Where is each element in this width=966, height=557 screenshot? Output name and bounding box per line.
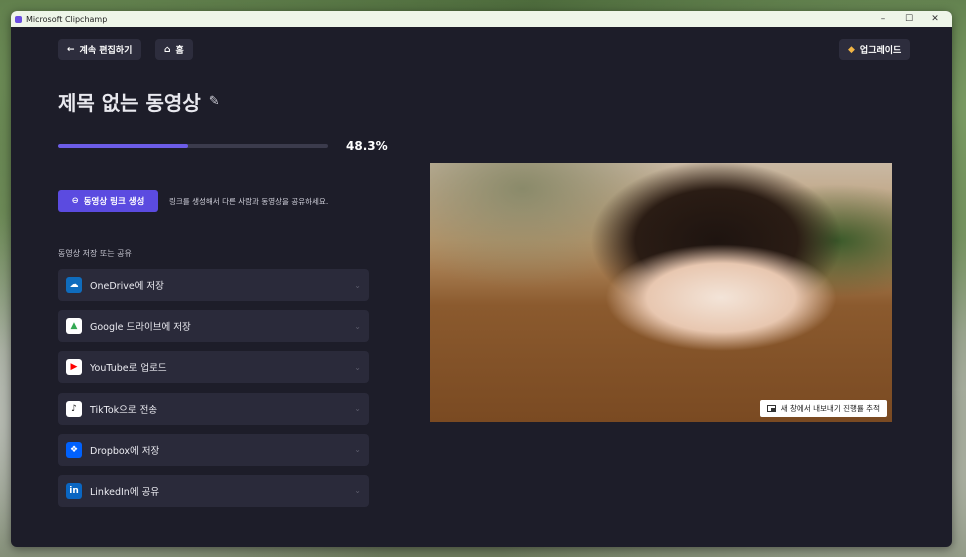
export-progress-percent: 48.3% (346, 139, 388, 153)
share-item-label: TikTok으로 전송 (90, 404, 158, 416)
chevron-down-icon: ⌄ (354, 445, 361, 455)
share-item-label: OneDrive에 저장 (90, 281, 164, 292)
link-description: 링크를 생성해서 다른 사람과 동영상을 공유하세요. (169, 197, 329, 206)
share-dropbox-button[interactable]: ❖ Dropbox에 저장 ⌄ (58, 433, 369, 466)
youtube-icon: ▶ (66, 359, 82, 376)
chevron-down-icon: ⌄ (354, 362, 361, 372)
home-button[interactable]: ⌂ 홈 (155, 39, 193, 60)
share-linkedin-button[interactable]: in LinkedIn에 공유 ⌄ (58, 474, 369, 507)
continue-editing-button[interactable]: ← 계속 편집하기 (58, 39, 142, 60)
track-export-label: 새 창에서 내보내기 진행률 추적 (780, 404, 880, 413)
linkedin-icon: in (66, 482, 82, 499)
arrow-left-icon: ← (67, 44, 75, 55)
maximize-button[interactable]: ☐ (896, 14, 922, 24)
minimize-button[interactable]: – (870, 14, 896, 24)
share-youtube-button[interactable]: ▶ YouTube로 업로드 ⌄ (58, 351, 369, 384)
dropbox-icon: ❖ (66, 441, 82, 458)
upgrade-button[interactable]: ◆ 업그레이드 (839, 39, 911, 60)
chevron-down-icon: ⌄ (354, 321, 361, 331)
export-progress-fill (58, 144, 189, 148)
export-page: ← 계속 편집하기 ⌂ 홈 ◆ 업그레이드 제목 없는 동영상 ✎ 48.3% … (11, 27, 952, 547)
clipchamp-logo-icon (15, 15, 22, 23)
share-item-label: Dropbox에 저장 (90, 445, 160, 457)
home-label: 홈 (175, 46, 184, 56)
video-preview: 새 창에서 내보내기 진행률 추적 (430, 163, 892, 422)
window-title: Microsoft Clipchamp (26, 14, 108, 24)
chevron-down-icon: ⌄ (354, 280, 361, 290)
app-window: Microsoft Clipchamp – ☐ ✕ ← 계속 편집하기 ⌂ 홈 … (11, 11, 952, 547)
create-video-link-label: 동영상 링크 생성 (83, 197, 145, 207)
create-video-link-button[interactable]: ⊖ 동영상 링크 생성 (58, 190, 158, 212)
close-button[interactable]: ✕ (922, 14, 948, 24)
chevron-down-icon: ⌄ (354, 486, 361, 496)
link-icon: ⊖ (71, 196, 79, 206)
diamond-icon: ◆ (848, 44, 855, 55)
title-bar: Microsoft Clipchamp – ☐ ✕ (11, 11, 952, 27)
chevron-down-icon: ⌄ (354, 404, 361, 414)
share-item-label: LinkedIn에 공유 (90, 486, 160, 498)
share-tiktok-button[interactable]: ♪ TikTok으로 전송 ⌄ (58, 392, 369, 425)
google-drive-icon: ▲ (66, 318, 82, 335)
continue-editing-label: 계속 편집하기 (79, 46, 133, 56)
share-onedrive-button[interactable]: ☁ OneDrive에 저장 ⌄ (58, 269, 369, 301)
track-export-in-new-window-button[interactable]: 새 창에서 내보내기 진행률 추적 (759, 400, 887, 417)
video-title-text: 제목 없는 동영상 (58, 91, 201, 115)
export-progress-bar (58, 144, 328, 148)
share-item-label: YouTube로 업로드 (90, 363, 167, 375)
onedrive-icon: ☁ (66, 277, 82, 293)
save-or-share-heading: 동영상 저장 또는 공유 (58, 249, 132, 258)
share-google-drive-button[interactable]: ▲ Google 드라이브에 저장 ⌄ (58, 310, 369, 343)
pencil-icon[interactable]: ✎ (209, 94, 220, 109)
upgrade-label: 업그레이드 (859, 46, 902, 56)
picture-in-picture-icon (766, 405, 776, 412)
share-destination-list: ☁ OneDrive에 저장 ⌄ ▲ Google 드라이브에 저장 ⌄ ▶ Y… (58, 269, 369, 516)
home-icon: ⌂ (164, 44, 171, 55)
tiktok-icon: ♪ (66, 400, 82, 417)
video-title: 제목 없는 동영상 ✎ (58, 87, 220, 116)
share-item-label: Google 드라이브에 저장 (90, 322, 191, 334)
